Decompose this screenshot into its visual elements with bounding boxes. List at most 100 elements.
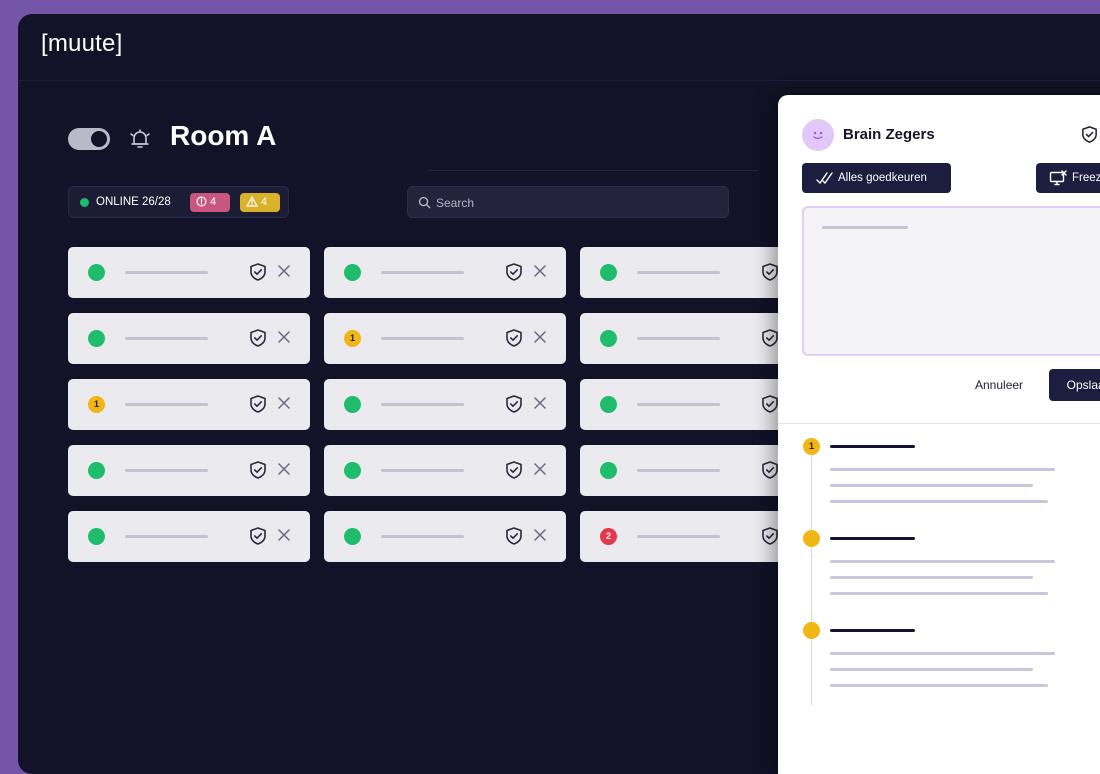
error-count: 4 — [210, 196, 217, 208]
status-dot — [88, 330, 105, 347]
cancel-button[interactable]: Annuleer — [975, 378, 1023, 392]
freeze-label: Freeze — [1072, 172, 1100, 184]
shield-icon[interactable] — [1080, 125, 1099, 149]
student-name-placeholder — [381, 535, 464, 538]
warning-triangle-icon — [245, 195, 259, 207]
bell-icon[interactable] — [127, 126, 153, 152]
student-name-placeholder — [125, 337, 208, 340]
shield-icon[interactable] — [504, 394, 524, 419]
timeline-title-placeholder — [830, 629, 915, 632]
student-name-placeholder — [637, 403, 720, 406]
close-icon[interactable] — [277, 330, 291, 349]
student-name-placeholder — [637, 337, 720, 340]
timeline-text-placeholder — [830, 560, 1055, 563]
student-name-placeholder — [125, 469, 208, 472]
shield-icon[interactable] — [504, 460, 524, 485]
shield-icon[interactable] — [248, 460, 268, 485]
save-button[interactable]: Opslaan — [1049, 369, 1100, 401]
shield-icon[interactable] — [504, 328, 524, 353]
shield-icon[interactable] — [760, 526, 780, 551]
search-input[interactable]: Search — [407, 186, 729, 218]
close-icon[interactable] — [533, 396, 547, 415]
shield-icon[interactable] — [248, 262, 268, 287]
student-name-placeholder — [125, 403, 208, 406]
student-card[interactable] — [324, 445, 566, 496]
timeline-text-placeholder — [830, 468, 1055, 471]
warning-badge[interactable]: 4 — [240, 193, 280, 212]
header-divider — [428, 170, 758, 171]
shield-icon[interactable] — [248, 394, 268, 419]
shield-icon[interactable] — [248, 328, 268, 353]
student-name-placeholder — [381, 469, 464, 472]
timeline-dot: 1 — [803, 438, 820, 455]
student-card[interactable] — [324, 379, 566, 430]
panel-divider — [778, 423, 1100, 424]
freeze-screen-icon — [1049, 170, 1067, 186]
room-toggle[interactable] — [68, 128, 110, 150]
status-dot — [88, 528, 105, 545]
student-name-placeholder — [381, 337, 464, 340]
shield-icon[interactable] — [760, 262, 780, 287]
shield-icon[interactable] — [504, 526, 524, 551]
smiley-icon — [813, 131, 823, 140]
timeline-item: 1+ — [803, 438, 1100, 508]
textarea-placeholder-line — [822, 226, 908, 229]
student-name: Brain Zegers — [843, 126, 935, 143]
status-dot — [600, 330, 617, 347]
student-card[interactable] — [324, 247, 566, 298]
room-title: Room A — [170, 120, 277, 151]
message-textarea[interactable] — [802, 206, 1100, 356]
timeline-dot — [803, 622, 820, 639]
freeze-button[interactable]: Freeze — [1036, 163, 1100, 193]
shield-icon[interactable] — [760, 328, 780, 353]
student-card[interactable] — [68, 313, 310, 364]
timeline-title-placeholder — [830, 445, 915, 448]
status-dot: 1 — [344, 330, 361, 347]
shield-icon[interactable] — [248, 526, 268, 551]
timeline-dot — [803, 530, 820, 547]
shield-icon[interactable] — [760, 394, 780, 419]
student-name-placeholder — [381, 403, 464, 406]
close-icon[interactable] — [277, 396, 291, 415]
student-card[interactable] — [68, 247, 310, 298]
student-card[interactable] — [68, 445, 310, 496]
student-card[interactable] — [324, 511, 566, 562]
shield-icon[interactable] — [760, 460, 780, 485]
status-bar: ONLINE 26/28 4 4 — [68, 186, 289, 218]
avatar — [802, 119, 834, 151]
student-card[interactable]: 1 — [324, 313, 566, 364]
close-icon[interactable] — [277, 264, 291, 283]
close-icon[interactable] — [277, 462, 291, 481]
logo: [muute] — [41, 30, 123, 57]
approve-all-label: Alles goedkeuren — [838, 172, 927, 184]
status-dot — [344, 528, 361, 545]
app-window: [muute] Room A ONLINE 26/28 4 4 Search 1… — [18, 14, 1100, 774]
error-badge[interactable]: 4 — [190, 193, 230, 212]
shield-icon[interactable] — [504, 262, 524, 287]
student-card[interactable] — [68, 511, 310, 562]
status-dot — [344, 264, 361, 281]
status-dot: 2 — [600, 528, 617, 545]
approve-all-button[interactable]: Alles goedkeuren — [802, 163, 951, 193]
timeline-text-placeholder — [830, 484, 1033, 487]
top-bar: [muute] — [18, 14, 1100, 81]
student-name-placeholder — [637, 469, 720, 472]
close-icon[interactable] — [277, 528, 291, 547]
double-check-icon — [816, 172, 833, 185]
close-icon[interactable] — [533, 462, 547, 481]
timeline-text-placeholder — [830, 500, 1048, 503]
online-dot — [80, 198, 89, 207]
status-dot — [88, 264, 105, 281]
timeline-title-placeholder — [830, 537, 915, 540]
close-icon[interactable] — [533, 330, 547, 349]
student-card[interactable]: 1 — [68, 379, 310, 430]
status-dot — [344, 396, 361, 413]
toggle-knob — [91, 131, 107, 147]
timeline-text-placeholder — [830, 592, 1048, 595]
close-icon[interactable] — [533, 528, 547, 547]
online-count: ONLINE 26/28 — [96, 196, 171, 208]
timeline-text-placeholder — [830, 652, 1055, 655]
status-dot — [600, 264, 617, 281]
close-icon[interactable] — [533, 264, 547, 283]
student-name-placeholder — [381, 271, 464, 274]
